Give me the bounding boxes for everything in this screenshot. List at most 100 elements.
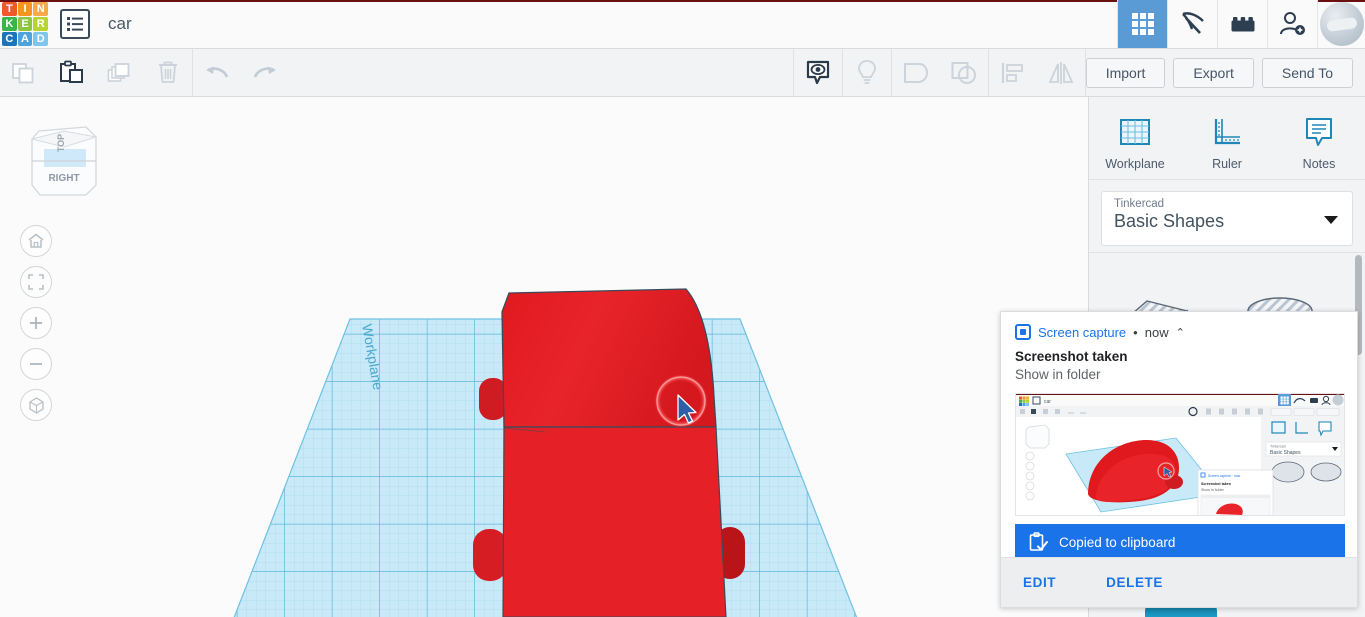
thumbnail-preview: car <box>1016 394 1345 516</box>
svg-text:Screenshot taken: Screenshot taken <box>1201 482 1231 486</box>
show-in-folder-link[interactable]: Show in folder <box>1001 364 1357 382</box>
logo-tile-c: C <box>2 32 17 46</box>
delete-button[interactable] <box>144 49 192 96</box>
logo-tile-d: D <box>33 32 48 46</box>
sendto-button[interactable]: Send To <box>1262 58 1353 88</box>
nav-invite-button[interactable] <box>1267 0 1317 48</box>
trash-icon <box>156 60 180 85</box>
edit-toolbar: Import Export Send To <box>0 49 1365 97</box>
visibility-icon <box>804 58 832 88</box>
top-bar-right-actions <box>1117 0 1365 48</box>
delete-button[interactable]: DELETE <box>1106 575 1163 590</box>
grid-icon <box>1130 11 1156 37</box>
mirror-icon <box>1047 61 1075 85</box>
workplane-icon <box>1117 115 1153 151</box>
home-view-icon <box>27 232 45 250</box>
group-button[interactable] <box>892 49 940 96</box>
logo-tile-i: I <box>18 2 33 16</box>
align-button[interactable] <box>989 49 1037 96</box>
zoom-out-icon <box>27 355 45 373</box>
notes-tool-label: Notes <box>1303 157 1336 171</box>
notification-actions: EDIT DELETE <box>1001 557 1358 607</box>
home-view-button[interactable] <box>20 225 52 257</box>
bricks-icon <box>1230 13 1256 35</box>
user-avatar[interactable] <box>1317 0 1365 48</box>
ungroup-icon <box>950 60 978 86</box>
undo-button[interactable] <box>193 49 241 96</box>
nav-bricks-button[interactable] <box>1217 0 1267 48</box>
paste-button[interactable] <box>48 49 96 96</box>
logo-tile-n: N <box>33 2 48 16</box>
screen-capture-icon <box>1015 324 1031 340</box>
paste-icon <box>59 60 85 85</box>
notification-app-name: Screen capture <box>1038 325 1126 340</box>
view-nav-controls <box>20 225 52 421</box>
chevron-up-icon[interactable]: ⌃ <box>1176 326 1185 339</box>
shape-library-dropdown[interactable]: Tinkercad Basic Shapes <box>1101 191 1353 246</box>
perspective-toggle-button[interactable] <box>20 389 52 421</box>
clipboard-check-icon <box>1029 532 1048 552</box>
svg-text:car: car <box>1044 399 1051 405</box>
zoom-in-button[interactable] <box>20 307 52 339</box>
logo-tile-a: A <box>18 32 33 46</box>
export-button[interactable]: Export <box>1173 58 1253 88</box>
chevron-down-icon <box>1324 216 1338 224</box>
copy-button[interactable] <box>0 49 48 96</box>
edit-button[interactable]: EDIT <box>1023 575 1056 590</box>
shape-library-value: Basic Shapes <box>1114 211 1340 232</box>
duplicate-button[interactable] <box>96 49 144 96</box>
canvas-scene: Workplane <box>0 97 1088 617</box>
right-panel-divider <box>1089 179 1365 180</box>
clipboard-banner-text: Copied to clipboard <box>1059 535 1175 550</box>
view-cube-icon: TOP RIGHT <box>24 115 104 205</box>
zoom-in-icon <box>27 314 45 332</box>
svg-text:TOP: TOP <box>56 134 66 152</box>
copy-icon <box>11 61 37 85</box>
document-list-button[interactable] <box>60 9 90 39</box>
redo-button[interactable] <box>241 49 289 96</box>
zoom-out-button[interactable] <box>20 348 52 380</box>
nav-codeblocks-button[interactable] <box>1167 0 1217 48</box>
svg-text:Tinkercad: Tinkercad <box>1270 445 1286 449</box>
logo-tile-e: E <box>18 17 33 31</box>
visibility-button[interactable] <box>794 49 842 96</box>
notes-tool[interactable]: Notes <box>1273 97 1365 179</box>
ungroup-button[interactable] <box>940 49 988 96</box>
lightbulb-icon <box>855 59 879 87</box>
undo-icon <box>203 63 231 83</box>
right-panel-tools: Workplane Ruler Notes <box>1089 97 1365 179</box>
logo-tile-r: R <box>33 17 48 31</box>
tinkercad-app: T I N K E R C A D car <box>0 0 1365 617</box>
mirror-button[interactable] <box>1037 49 1085 96</box>
document-title[interactable]: car <box>108 14 132 34</box>
ruler-tool-label: Ruler <box>1212 157 1242 171</box>
svg-text:Basic Shapes: Basic Shapes <box>1270 450 1301 456</box>
notification-header: Screen capture • now ⌃ <box>1001 312 1357 340</box>
redo-icon <box>251 63 279 83</box>
screenshot-notification: Screen capture • now ⌃ Screenshot taken … <box>1000 311 1358 608</box>
duplicate-icon <box>107 61 133 85</box>
notification-title: Screenshot taken <box>1001 340 1357 364</box>
pickaxe-icon <box>1179 11 1207 37</box>
hide-button[interactable] <box>843 49 891 96</box>
list-icon <box>67 17 83 31</box>
tinkercad-logo[interactable]: T I N K E R C A D <box>0 0 48 48</box>
svg-text:RIGHT: RIGHT <box>48 173 79 184</box>
add-user-icon <box>1279 11 1307 37</box>
top-bar: T I N K E R C A D car <box>0 0 1365 49</box>
view-cube[interactable]: TOP RIGHT <box>24 115 104 205</box>
fit-view-icon <box>27 273 45 291</box>
3d-canvas[interactable]: Workplane <box>0 97 1088 617</box>
fit-view-button[interactable] <box>20 266 52 298</box>
workplane-tool-label: Workplane <box>1105 157 1165 171</box>
toolbar-actions: Import Export Send To <box>1086 58 1365 88</box>
ruler-icon <box>1209 115 1245 151</box>
workplane-tool[interactable]: Workplane <box>1089 97 1181 179</box>
notes-icon <box>1301 115 1337 151</box>
notification-thumbnail[interactable]: car <box>1015 393 1345 516</box>
clipboard-banner: Copied to clipboard <box>1015 524 1345 560</box>
ruler-tool[interactable]: Ruler <box>1181 97 1273 179</box>
nav-designs-button[interactable] <box>1117 0 1167 48</box>
car-model[interactable] <box>473 289 745 617</box>
import-button[interactable]: Import <box>1086 58 1166 88</box>
